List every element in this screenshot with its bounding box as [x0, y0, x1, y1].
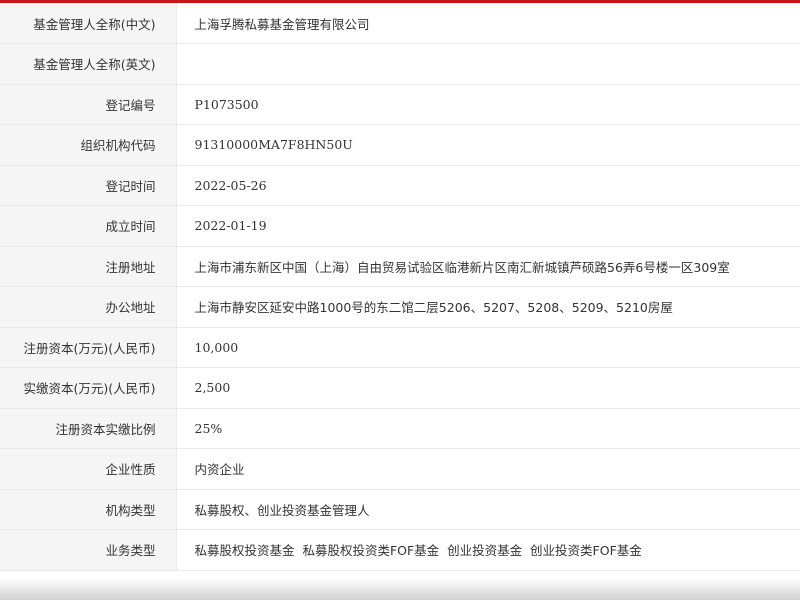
row-value-registered-address: 上海市浦东新区中国（上海）自由贸易试验区临港新片区南汇新城镇芦硕路56弄6号楼一… [176, 246, 800, 287]
table-row: 基金管理人全称(英文) [0, 43, 800, 85]
row-value-name-en [176, 43, 800, 85]
row-value-registered-capital: 10,000 [176, 327, 800, 368]
row-value-registration-date: 2022-05-26 [176, 165, 800, 206]
row-label-establishment-date: 成立时间 [0, 205, 177, 247]
table-row: 基金管理人全称(中文) 上海孚腾私募基金管理有限公司 [0, 3, 800, 44]
row-label-enterprise-nature: 企业性质 [0, 448, 177, 490]
table-row: 办公地址 上海市静安区延安中路1000号的东二馆二层5206、5207、5208… [0, 286, 800, 328]
row-label-paid-in-capital: 实缴资本(万元)(人民币) [0, 367, 177, 409]
table-row: 业务类型 私募股权投资基金 私募股权投资类FOF基金 创业投资基金 创业投资类F… [0, 529, 800, 571]
table-row: 实缴资本(万元)(人民币) 2,500 [0, 367, 800, 409]
row-label-name-en: 基金管理人全称(英文) [0, 43, 177, 85]
manager-info-table: 基金管理人全称(中文) 上海孚腾私募基金管理有限公司 基金管理人全称(英文) 登… [0, 3, 800, 571]
row-value-registration-number: P1073500 [176, 84, 800, 125]
table-row: 组织机构代码 91310000MA7F8HN50U [0, 124, 800, 166]
row-value-establishment-date: 2022-01-19 [176, 205, 800, 247]
table-row: 企业性质 内资企业 [0, 448, 800, 490]
row-value-paid-in-capital: 2,500 [176, 367, 800, 409]
row-value-institution-type: 私募股权、创业投资基金管理人 [176, 489, 800, 530]
table-row: 注册资本实缴比例 25% [0, 408, 800, 449]
table-row: 注册资本(万元)(人民币) 10,000 [0, 327, 800, 368]
table-row: 注册地址 上海市浦东新区中国（上海）自由贸易试验区临港新片区南汇新城镇芦硕路56… [0, 246, 800, 287]
row-value-office-address: 上海市静安区延安中路1000号的东二馆二层5206、5207、5208、5209… [176, 286, 800, 328]
row-label-registration-number: 登记编号 [0, 84, 177, 125]
row-label-registered-address: 注册地址 [0, 246, 177, 287]
table-row: 登记时间 2022-05-26 [0, 165, 800, 206]
row-label-institution-type: 机构类型 [0, 489, 177, 530]
row-label-org-code: 组织机构代码 [0, 124, 177, 166]
row-label-registration-date: 登记时间 [0, 165, 177, 206]
bottom-fade-overlay [0, 578, 800, 600]
row-label-paid-in-ratio: 注册资本实缴比例 [0, 408, 177, 449]
row-value-paid-in-ratio: 25% [176, 408, 800, 449]
row-value-org-code: 91310000MA7F8HN50U [176, 124, 800, 166]
row-value-enterprise-nature: 内资企业 [176, 448, 800, 490]
table-row: 登记编号 P1073500 [0, 84, 800, 125]
row-label-business-type: 业务类型 [0, 529, 177, 571]
row-label-name-cn: 基金管理人全称(中文) [0, 3, 177, 44]
row-value-business-type: 私募股权投资基金 私募股权投资类FOF基金 创业投资基金 创业投资类FOF基金 [176, 529, 800, 571]
manager-info-page: 基金管理人全称(中文) 上海孚腾私募基金管理有限公司 基金管理人全称(英文) 登… [0, 0, 800, 600]
row-value-name-cn: 上海孚腾私募基金管理有限公司 [176, 3, 800, 44]
row-label-office-address: 办公地址 [0, 286, 177, 328]
table-row: 成立时间 2022-01-19 [0, 205, 800, 247]
row-label-registered-capital: 注册资本(万元)(人民币) [0, 327, 177, 368]
table-row: 机构类型 私募股权、创业投资基金管理人 [0, 489, 800, 530]
